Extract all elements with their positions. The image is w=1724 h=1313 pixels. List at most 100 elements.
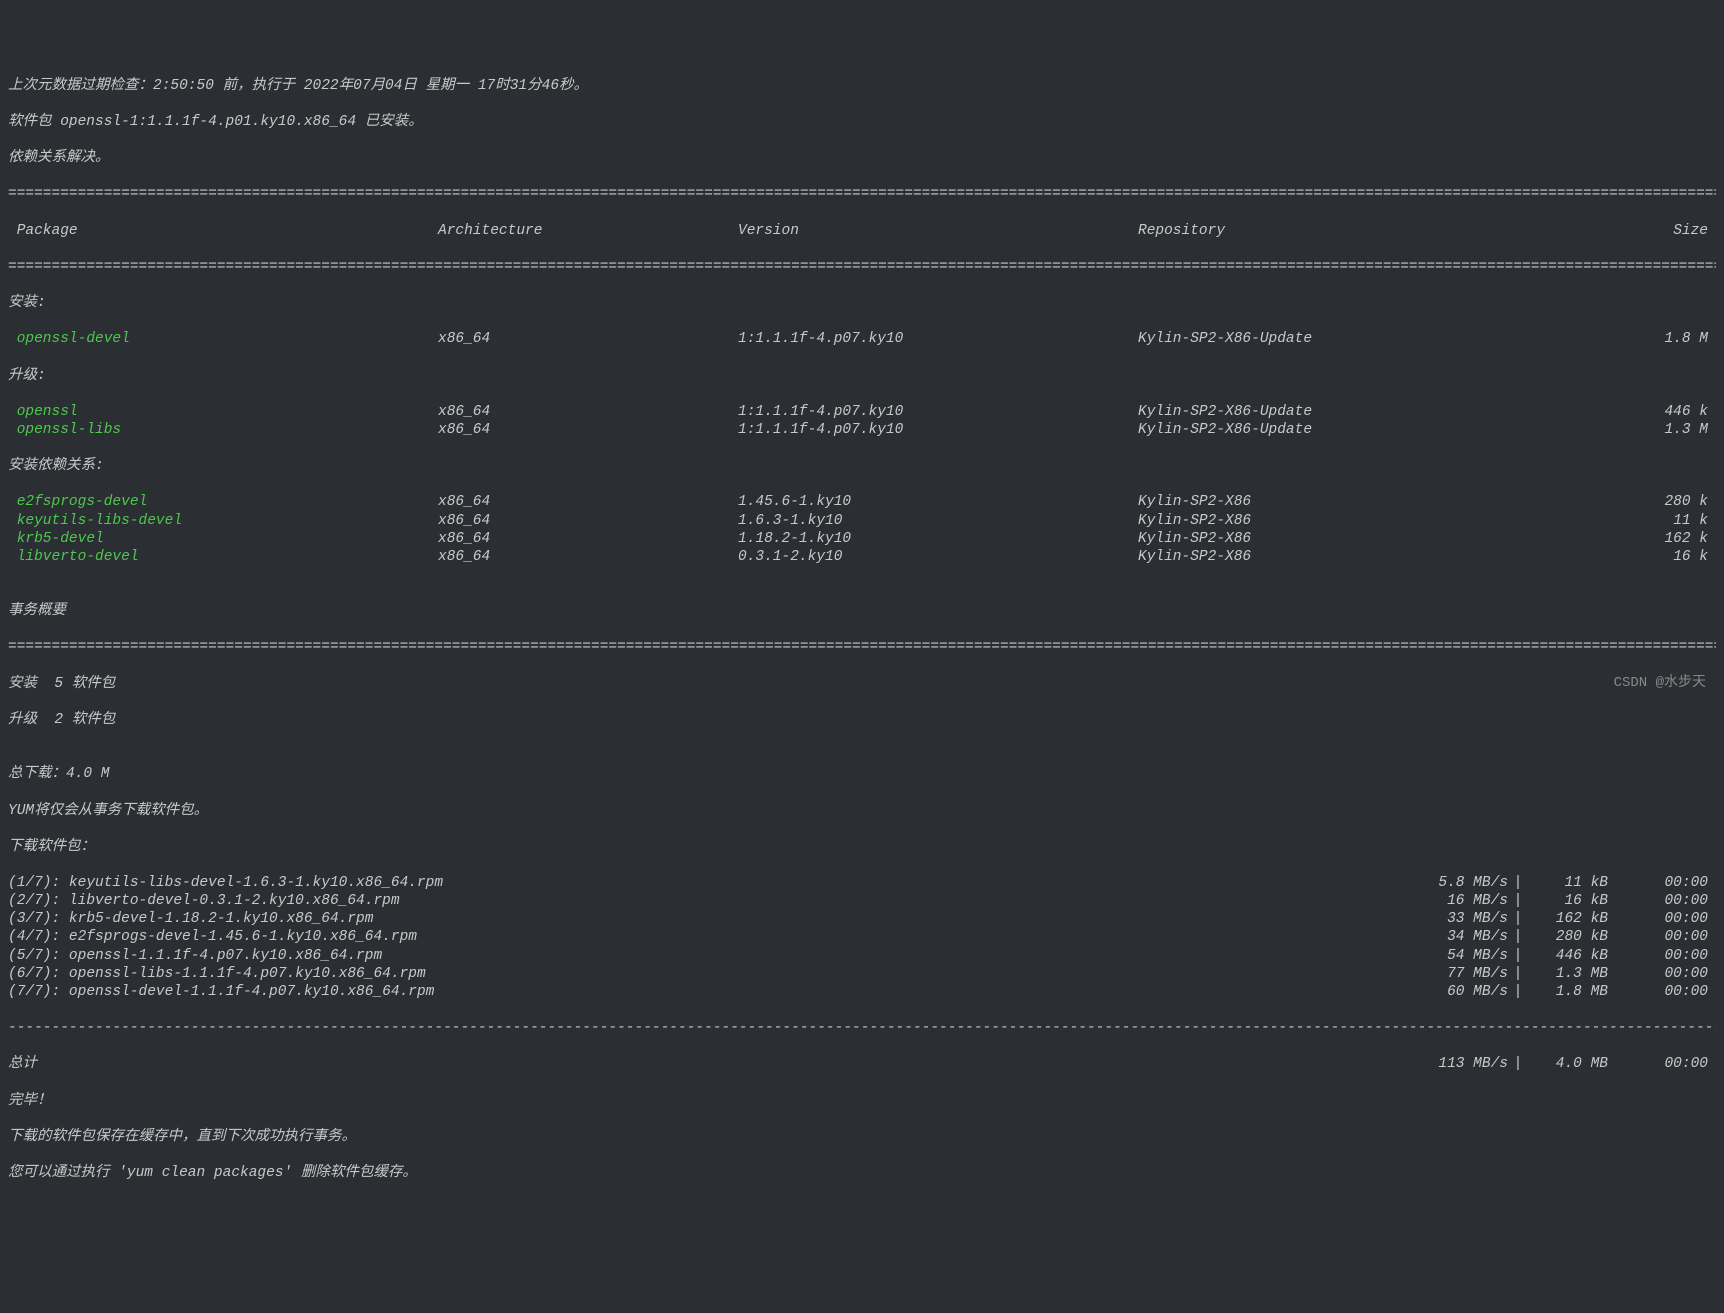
table-row: keyutils-libs-develx86_641.6.3-1.ky10Kyl… [8, 512, 1716, 530]
pkg-size: 162 k [1548, 530, 1716, 548]
dl-file: (3/7): krb5-devel-1.18.2-1.ky10.x86_64.r… [8, 910, 1388, 928]
dl-time: 00:00 [1608, 874, 1716, 892]
dl-file: (6/7): openssl-libs-1.1.1f-4.p07.ky10.x8… [8, 965, 1388, 983]
pkg-version: 1:1.1.1f-4.p07.ky10 [738, 421, 1138, 439]
separator-line: ========================================… [8, 638, 1716, 656]
cache-note: 下载的软件包保存在缓存中，直到下次成功执行事务。 [8, 1128, 1716, 1146]
pkg-name: keyutils-libs-devel [8, 512, 438, 530]
pkg-repo: Kylin-SP2-X86-Update [1138, 421, 1548, 439]
dl-file: (1/7): keyutils-libs-devel-1.6.3-1.ky10.… [8, 874, 1388, 892]
pkg-repo: Kylin-SP2-X86-Update [1138, 403, 1548, 421]
pkg-name: openssl [8, 403, 438, 421]
col-repository: Repository [1138, 222, 1548, 240]
total-label: 总计 [8, 1055, 1388, 1073]
pkg-arch: x86_64 [438, 403, 738, 421]
dl-size: 280 kB [1528, 928, 1608, 946]
pkg-arch: x86_64 [438, 512, 738, 530]
clean-note: 您可以通过执行 'yum clean packages' 删除软件包缓存。 [8, 1164, 1716, 1182]
pkg-repo: Kylin-SP2-X86 [1138, 512, 1548, 530]
total-download: 总下载：4.0 M [8, 765, 1716, 783]
dl-speed: 5.8 MB/s [1388, 874, 1508, 892]
table-header: Package Architecture Version Repository … [8, 222, 1716, 240]
upgrade-count: 升级 2 软件包 [8, 711, 1716, 729]
pkg-name: krb5-devel [8, 530, 438, 548]
dep-resolved-line: 依赖关系解决。 [8, 149, 1716, 167]
pkg-arch: x86_64 [438, 421, 738, 439]
pkg-arch: x86_64 [438, 493, 738, 511]
section-summary: 事务概要 [8, 602, 1716, 620]
dl-file: (7/7): openssl-devel-1.1.1f-4.p07.ky10.x… [8, 983, 1388, 1001]
section-install: 安装: [8, 294, 1716, 312]
col-package: Package [8, 222, 438, 240]
total-time: 00:00 [1608, 1055, 1716, 1073]
dl-speed: 34 MB/s [1388, 928, 1508, 946]
dl-speed: 33 MB/s [1388, 910, 1508, 928]
pkg-arch: x86_64 [438, 548, 738, 566]
dl-speed: 60 MB/s [1388, 983, 1508, 1001]
separator-dash: ----------------------------------------… [8, 1019, 1716, 1037]
yum-note: YUM将仅会从事务下载软件包。 [8, 802, 1716, 820]
pipe-sep: | [1508, 983, 1528, 1001]
pkg-version: 1.6.3-1.ky10 [738, 512, 1138, 530]
pkg-name: openssl-libs [8, 421, 438, 439]
pkg-arch: x86_64 [438, 330, 738, 348]
total-speed: 113 MB/s [1388, 1055, 1508, 1073]
dl-time: 00:00 [1608, 965, 1716, 983]
section-install-dep: 安装依赖关系: [8, 457, 1716, 475]
download-row: (1/7): keyutils-libs-devel-1.6.3-1.ky10.… [8, 874, 1716, 892]
pkg-name: e2fsprogs-devel [8, 493, 438, 511]
pkg-size: 446 k [1548, 403, 1716, 421]
download-row: (2/7): libverto-devel-0.3.1-2.ky10.x86_6… [8, 892, 1716, 910]
dl-size: 162 kB [1528, 910, 1608, 928]
pkg-size: 11 k [1548, 512, 1716, 530]
col-size: Size [1548, 222, 1716, 240]
pipe-sep: | [1508, 965, 1528, 983]
dl-speed: 77 MB/s [1388, 965, 1508, 983]
dl-size: 446 kB [1528, 947, 1608, 965]
dl-time: 00:00 [1608, 910, 1716, 928]
download-row: (7/7): openssl-devel-1.1.1f-4.p07.ky10.x… [8, 983, 1716, 1001]
total-size: 4.0 MB [1528, 1055, 1608, 1073]
dl-speed: 54 MB/s [1388, 947, 1508, 965]
meta-check-line: 上次元数据过期检查：2:50:50 前，执行于 2022年07月04日 星期一 … [8, 77, 1716, 95]
download-header: 下载软件包： [8, 838, 1716, 856]
pkg-version: 1:1.1.1f-4.p07.ky10 [738, 330, 1138, 348]
pkg-version: 1.45.6-1.ky10 [738, 493, 1138, 511]
separator-line: ========================================… [8, 258, 1716, 276]
pkg-name: openssl-devel [8, 330, 438, 348]
pkg-repo: Kylin-SP2-X86-Update [1138, 330, 1548, 348]
dl-file: (5/7): openssl-1.1.1f-4.p07.ky10.x86_64.… [8, 947, 1388, 965]
watermark: CSDN @水步天 [1614, 675, 1706, 693]
pkg-repo: Kylin-SP2-X86 [1138, 493, 1548, 511]
download-row: (4/7): e2fsprogs-devel-1.45.6-1.ky10.x86… [8, 928, 1716, 946]
dl-time: 00:00 [1608, 947, 1716, 965]
section-upgrade: 升级: [8, 367, 1716, 385]
table-row: openssl-libsx86_641:1.1.1f-4.p07.ky10Kyl… [8, 421, 1716, 439]
pkg-repo: Kylin-SP2-X86 [1138, 548, 1548, 566]
pkg-size: 1.8 M [1548, 330, 1716, 348]
table-row: opensslx86_641:1.1.1f-4.p07.ky10Kylin-SP… [8, 403, 1716, 421]
col-architecture: Architecture [438, 222, 738, 240]
pipe-sep: | [1508, 892, 1528, 910]
pkg-version: 0.3.1-2.ky10 [738, 548, 1138, 566]
pipe-sep: | [1508, 1055, 1528, 1073]
pkg-installed-line: 软件包 openssl-1:1.1.1f-4.p01.ky10.x86_64 已… [8, 113, 1716, 131]
dl-size: 11 kB [1528, 874, 1608, 892]
table-row: krb5-develx86_641.18.2-1.ky10Kylin-SP2-X… [8, 530, 1716, 548]
pkg-version: 1.18.2-1.ky10 [738, 530, 1138, 548]
dl-time: 00:00 [1608, 983, 1716, 1001]
done-line: 完毕！ [8, 1092, 1716, 1110]
pipe-sep: | [1508, 910, 1528, 928]
pkg-size: 16 k [1548, 548, 1716, 566]
download-row: (6/7): openssl-libs-1.1.1f-4.p07.ky10.x8… [8, 965, 1716, 983]
dl-size: 16 kB [1528, 892, 1608, 910]
pkg-arch: x86_64 [438, 530, 738, 548]
dl-time: 00:00 [1608, 928, 1716, 946]
pipe-sep: | [1508, 874, 1528, 892]
pipe-sep: | [1508, 928, 1528, 946]
pkg-repo: Kylin-SP2-X86 [1138, 530, 1548, 548]
dl-speed: 16 MB/s [1388, 892, 1508, 910]
pkg-name: libverto-devel [8, 548, 438, 566]
pkg-size: 280 k [1548, 493, 1716, 511]
dl-size: 1.8 MB [1528, 983, 1608, 1001]
